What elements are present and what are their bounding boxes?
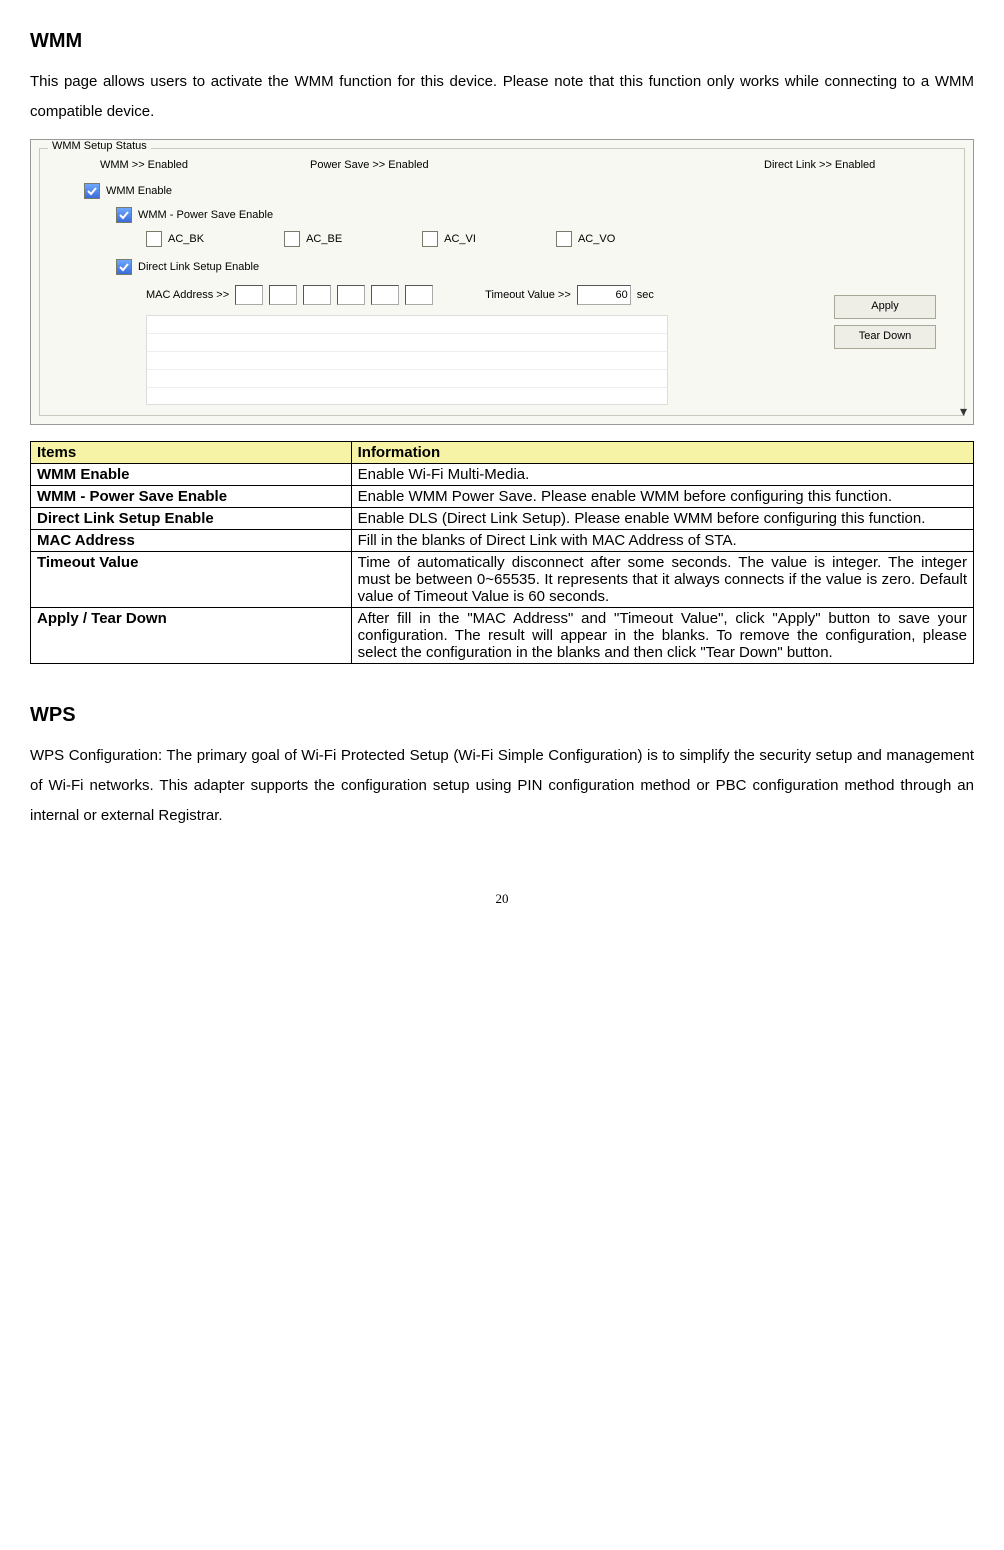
table-row: Apply / Tear DownAfter fill in the "MAC … xyxy=(31,608,974,664)
tear-down-button[interactable]: Tear Down xyxy=(834,325,936,349)
status-directlink: Direct Link >> Enabled xyxy=(764,159,924,171)
mac-octet-6[interactable] xyxy=(405,285,433,305)
wmm-fieldset-legend: WMM Setup Status xyxy=(48,140,151,152)
table-header-items: Items xyxy=(31,442,352,464)
mac-octet-3[interactable] xyxy=(303,285,331,305)
table-row: WMM EnableEnable Wi-Fi Multi-Media. xyxy=(31,464,974,486)
dls-enable-checkbox[interactable] xyxy=(116,259,132,275)
ac-bk-label: AC_BK xyxy=(168,233,204,245)
status-wmm: WMM >> Enabled xyxy=(100,159,310,171)
table-row: Direct Link Setup EnableEnable DLS (Dire… xyxy=(31,508,974,530)
table-row: MAC AddressFill in the blanks of Direct … xyxy=(31,530,974,552)
ac-bk-checkbox[interactable] xyxy=(146,231,162,247)
collapse-arrow-icon[interactable]: ▾ xyxy=(960,403,967,420)
mac-address-label: MAC Address >> xyxy=(146,289,229,301)
wmm-intro: This page allows users to activate the W… xyxy=(30,67,974,127)
wmm-enable-label: WMM Enable xyxy=(106,185,172,197)
timeout-unit: sec xyxy=(637,289,654,301)
mac-octet-1[interactable] xyxy=(235,285,263,305)
ac-be-label: AC_BE xyxy=(306,233,342,245)
ac-vo-label: AC_VO xyxy=(578,233,615,245)
status-powersave: Power Save >> Enabled xyxy=(310,159,764,171)
table-header-information: Information xyxy=(351,442,973,464)
timeout-label: Timeout Value >> xyxy=(485,289,571,301)
dls-entries-list[interactable] xyxy=(146,315,668,405)
ac-be-checkbox[interactable] xyxy=(284,231,300,247)
wmm-enable-checkbox[interactable] xyxy=(84,183,100,199)
table-row: Timeout ValueTime of automatically disco… xyxy=(31,552,974,608)
dls-enable-label: Direct Link Setup Enable xyxy=(138,261,259,273)
wps-intro: WPS Configuration: The primary goal of W… xyxy=(30,741,974,831)
powersave-enable-checkbox[interactable] xyxy=(116,207,132,223)
mac-octet-5[interactable] xyxy=(371,285,399,305)
powersave-enable-label: WMM - Power Save Enable xyxy=(138,209,273,221)
ac-vi-checkbox[interactable] xyxy=(422,231,438,247)
ac-vo-checkbox[interactable] xyxy=(556,231,572,247)
mac-octet-4[interactable] xyxy=(337,285,365,305)
wmm-heading: WMM xyxy=(30,30,974,53)
mac-octet-2[interactable] xyxy=(269,285,297,305)
apply-button[interactable]: Apply xyxy=(834,295,936,319)
timeout-input[interactable] xyxy=(577,285,631,305)
wmm-info-table: Items Information WMM EnableEnable Wi-Fi… xyxy=(30,441,974,664)
wps-heading: WPS xyxy=(30,704,974,727)
wmm-config-screenshot: WMM Setup Status WMM >> Enabled Power Sa… xyxy=(30,139,974,425)
page-number: 20 xyxy=(30,891,974,907)
ac-vi-label: AC_VI xyxy=(444,233,476,245)
table-row: WMM - Power Save EnableEnable WMM Power … xyxy=(31,486,974,508)
